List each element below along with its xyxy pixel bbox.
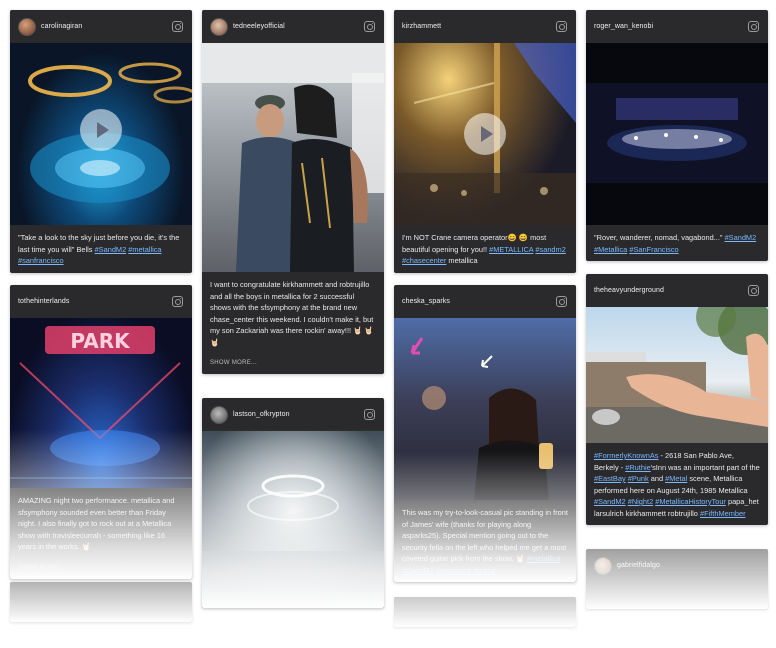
post-header: theheavyunderground <box>586 274 768 307</box>
instagram-icon[interactable] <box>748 21 759 32</box>
post-caption: This was my try-to-look-casual pic stand… <box>402 508 568 575</box>
hashtag-link[interactable]: #chasecenter <box>402 256 446 265</box>
post-card[interactable] <box>394 597 576 627</box>
username[interactable]: theheavyunderground <box>594 287 664 294</box>
post-caption: "Rover, wanderer, nomad, vagabond..." #S… <box>594 233 757 254</box>
avatar[interactable] <box>210 405 228 424</box>
play-button[interactable] <box>464 113 506 155</box>
post-header: roger_wan_kenobi <box>586 10 768 43</box>
svg-text:PARK: PARK <box>70 329 131 353</box>
post-card[interactable]: tothehinterlands PARK AMAZING night two … <box>10 285 192 579</box>
stage-image <box>586 83 768 183</box>
username[interactable]: tothehinterlands <box>18 298 69 305</box>
hashtag-link[interactable]: #Punk <box>628 474 649 483</box>
post-header: lastson_ofkrypton <box>202 398 384 431</box>
post-media[interactable] <box>10 43 192 225</box>
post-header: tothehinterlands <box>10 285 192 318</box>
avatar[interactable] <box>18 17 36 36</box>
post-media[interactable]: PARK <box>10 318 192 488</box>
post-header: cheska_sparks <box>394 285 576 318</box>
avatar[interactable] <box>210 17 228 36</box>
post-media[interactable] <box>202 43 384 272</box>
hashtag-link[interactable]: #EastBay <box>594 474 626 483</box>
post-media[interactable] <box>394 318 576 500</box>
post-card[interactable]: gabrielfidalgo <box>586 549 768 609</box>
instagram-icon[interactable] <box>556 21 567 32</box>
instagram-icon[interactable] <box>172 296 183 307</box>
username[interactable]: tedneeleyofficial <box>233 23 285 30</box>
post-media[interactable] <box>586 307 768 443</box>
post-card[interactable]: roger_wan_kenobi "Rover, wanderer, nomad… <box>586 10 768 261</box>
post-caption: #FormerlyKnownAs - 2618 San Pablo Ave, B… <box>594 451 760 518</box>
username[interactable]: carolinagiran <box>41 23 82 30</box>
hashtag-link[interactable]: #METALLICA <box>489 245 533 254</box>
username[interactable]: lastson_ofkrypton <box>233 411 290 418</box>
instagram-icon[interactable] <box>556 296 567 307</box>
post-caption: I want to congratulate kirkhammett and r… <box>210 280 374 347</box>
post-caption: AMAZING night two performance. metallica… <box>18 496 175 551</box>
post-header: kirzhammett <box>394 10 576 43</box>
post-card[interactable]: theheavyunderground #FormerlyKnownAs - 2… <box>586 274 768 525</box>
hashtag-link[interactable]: #SandM2 <box>402 566 434 575</box>
photo-image <box>202 43 384 272</box>
play-button[interactable] <box>80 109 122 152</box>
instagram-icon[interactable] <box>364 21 375 32</box>
post-card[interactable]: lastson_ofkrypton <box>202 398 384 608</box>
hashtag-link[interactable]: #metallica <box>527 554 560 563</box>
post-caption: I'm NOT Crane camera operator😄 😄 most be… <box>402 233 566 265</box>
avatar[interactable] <box>594 556 612 575</box>
post-header: gabrielfidalgo <box>586 549 768 582</box>
hashtag-link[interactable]: #MetallicaHistoryTour <box>655 497 726 506</box>
post-card[interactable]: tedneeleyofficial I want to congratulate… <box>202 10 384 374</box>
post-header: tedneeleyofficial <box>202 10 384 43</box>
hashtag-link[interactable]: #Ruthie <box>625 463 650 472</box>
instagram-icon[interactable] <box>364 409 375 420</box>
post-header <box>10 582 192 615</box>
post-card[interactable]: carolinagiran "Take a look to the sky ju… <box>10 10 192 273</box>
show-more-link[interactable]: SHOW MORE... <box>202 354 384 374</box>
post-card[interactable]: kirzhammett I'm NOT Crane camera operato… <box>394 10 576 273</box>
photo-image <box>586 307 768 443</box>
username[interactable]: kirzhammett <box>402 23 441 30</box>
post-media[interactable] <box>394 43 576 225</box>
hashtag-link[interactable]: #Metallica <box>594 245 627 254</box>
hashtag-link[interactable]: #metal <box>474 566 496 575</box>
username[interactable]: roger_wan_kenobi <box>594 23 653 30</box>
post-header: carolinagiran <box>10 10 192 43</box>
stage-image <box>202 474 384 608</box>
stage-image: PARK <box>10 326 192 479</box>
hashtag-link[interactable]: #SandM2 <box>594 497 626 506</box>
fade-overlay <box>394 597 576 627</box>
hashtag-link[interactable]: #Night2 <box>628 497 653 506</box>
post-caption: "Take a look to the sky just before you … <box>18 233 180 265</box>
hashtag-link[interactable]: #FormerlyKnownAs <box>594 451 658 460</box>
username[interactable]: cheska_sparks <box>402 298 450 305</box>
post-card[interactable] <box>10 582 192 622</box>
hashtag-link[interactable]: #sanfrancisco <box>18 256 64 265</box>
username[interactable]: gabrielfidalgo <box>617 562 660 569</box>
show-more-link[interactable]: SHOW MORE... <box>10 559 192 579</box>
photo-image <box>410 337 553 500</box>
post-card[interactable]: cheska_sparks This was my try-to-look-ca… <box>394 285 576 582</box>
hashtag-link[interactable]: #SandM2 <box>725 233 757 242</box>
hashtag-link[interactable]: #metallica <box>128 245 161 254</box>
instagram-icon[interactable] <box>172 21 183 32</box>
hashtag-link[interactable]: #SandM2 <box>95 245 127 254</box>
hashtag-link[interactable]: #FifthMember <box>700 509 746 518</box>
hashtag-link[interactable]: #guitarpick <box>436 566 472 575</box>
hashtag-link[interactable]: #sandm2 <box>535 245 565 254</box>
post-media[interactable] <box>586 43 768 225</box>
post-media[interactable] <box>202 431 384 608</box>
hashtag-link[interactable]: #Metal <box>665 474 687 483</box>
hashtag-link[interactable]: #SanFrancisco <box>629 245 678 254</box>
instagram-icon[interactable] <box>748 285 759 296</box>
